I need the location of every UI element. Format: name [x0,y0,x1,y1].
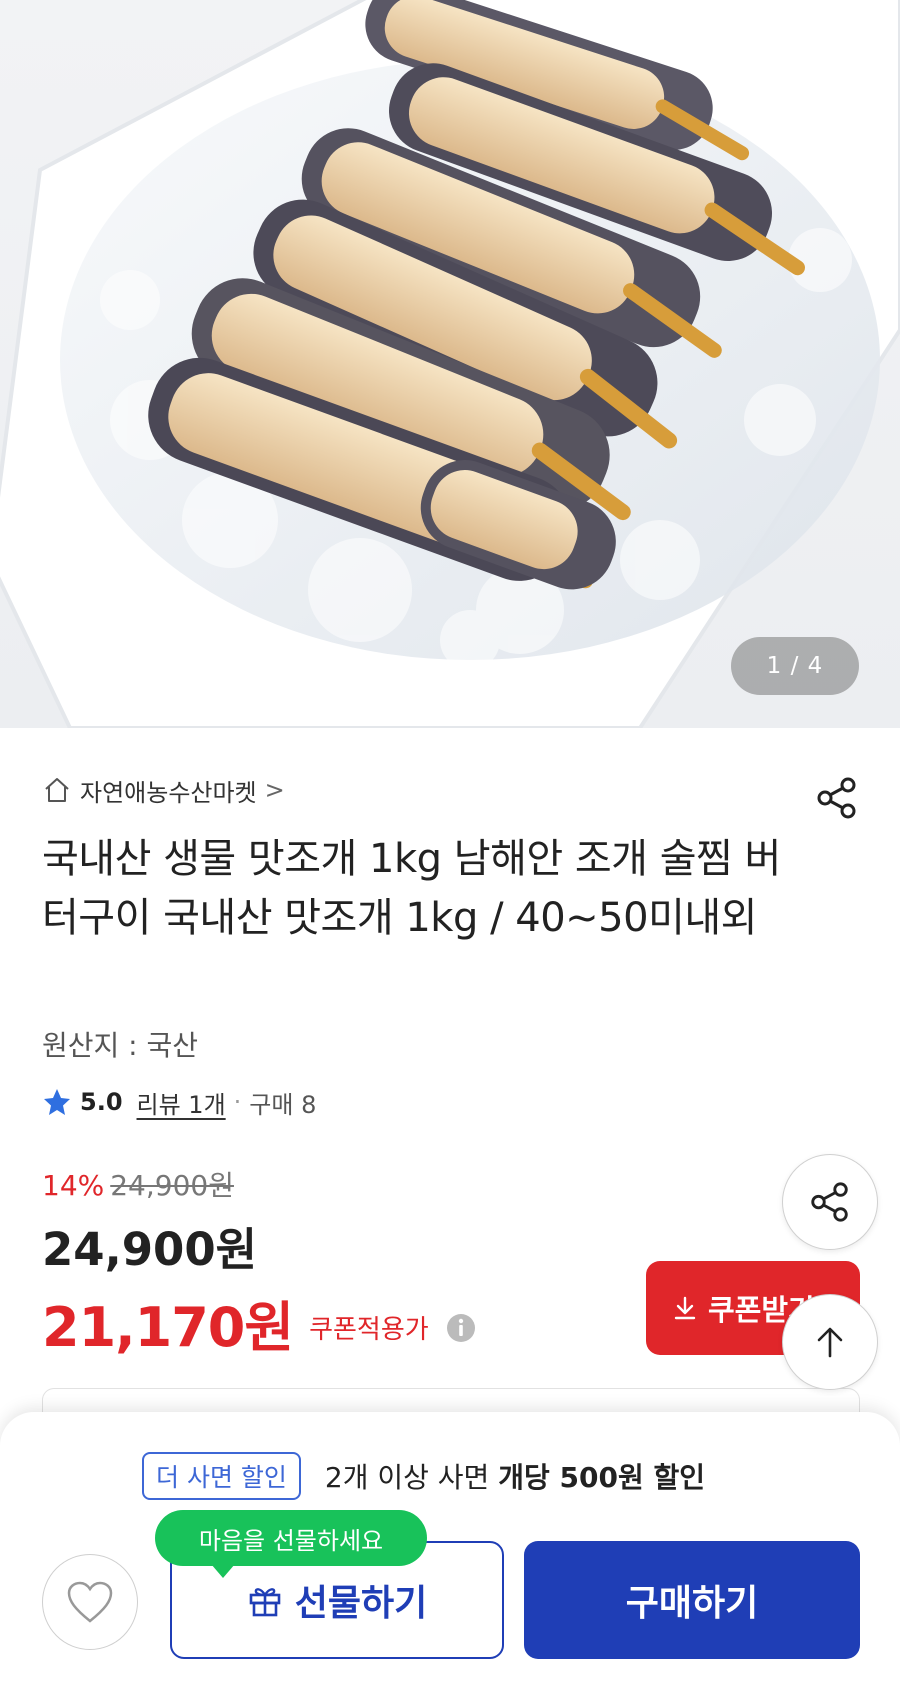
wishlist-button[interactable] [42,1554,138,1650]
discount-row: 14% 24,900원 [42,1164,234,1204]
gift-button-label: 선물하기 [294,1583,428,1624]
rating-row: 5.0 리뷰 1개 · 구매 8 [42,1084,316,1120]
download-icon [674,1296,696,1320]
product-title: 국내산 생물 맛조개 1kg 남해안 조개 술찜 버터구이 국내산 맛조개 1k… [42,836,781,941]
heart-icon [67,1581,113,1623]
arrow-up-icon [817,1327,843,1358]
info-icon[interactable] [445,1312,477,1344]
reviews-link[interactable]: 리뷰 1개 [137,1085,226,1120]
coupon-price-label: 쿠폰적용가 [309,1315,429,1345]
purchase-count: 구매 8 [249,1090,317,1119]
share-icon [811,1182,848,1222]
buy-button-label: 구매하기 [625,1583,759,1624]
image-counter: 1 / 4 [731,637,859,695]
coupon-price: 21,170원 [42,1296,294,1359]
store-name: 자연애농수산마켓 [80,778,257,807]
bulk-discount-prefix: 2개 이상 사면 [324,1461,499,1494]
scroll-top-button[interactable] [782,1294,878,1390]
coupon-price-row: 21,170원 쿠폰적용가 [42,1283,477,1362]
store-link[interactable]: 자연애농수산마켓 > [42,772,285,808]
home-icon [45,778,69,802]
bulk-discount-message: 2개 이상 사면 개당 500원 할인 [325,1456,705,1496]
original-price: 24,900원 [110,1169,234,1202]
razor-clam-photo [0,0,900,728]
share-float-button[interactable] [782,1154,878,1250]
sale-price: 24,900원 [42,1223,258,1276]
bulk-discount-tag: 더 사면 할인 [142,1452,301,1500]
buy-button[interactable]: 구매하기 [524,1541,860,1659]
gift-tooltip: 마음을 선물하세요 [155,1510,427,1578]
bulk-discount-amount: 개당 500원 할인 [498,1461,705,1494]
discount-percent: 14% [42,1169,105,1202]
star-icon [44,1089,70,1115]
origin-info: 원산지 : 국산 [42,1029,199,1062]
rating-score: 5.0 [80,1088,123,1116]
bulk-discount-row: 더 사면 할인 2개 이상 사면 개당 500원 할인 [142,1452,705,1500]
gift-icon [249,1588,281,1617]
chevron-right-icon: > [264,776,285,804]
share-icon[interactable] [813,774,861,822]
product-image[interactable]: 1 / 4 [0,0,900,728]
separator-dot: · [233,1088,242,1116]
